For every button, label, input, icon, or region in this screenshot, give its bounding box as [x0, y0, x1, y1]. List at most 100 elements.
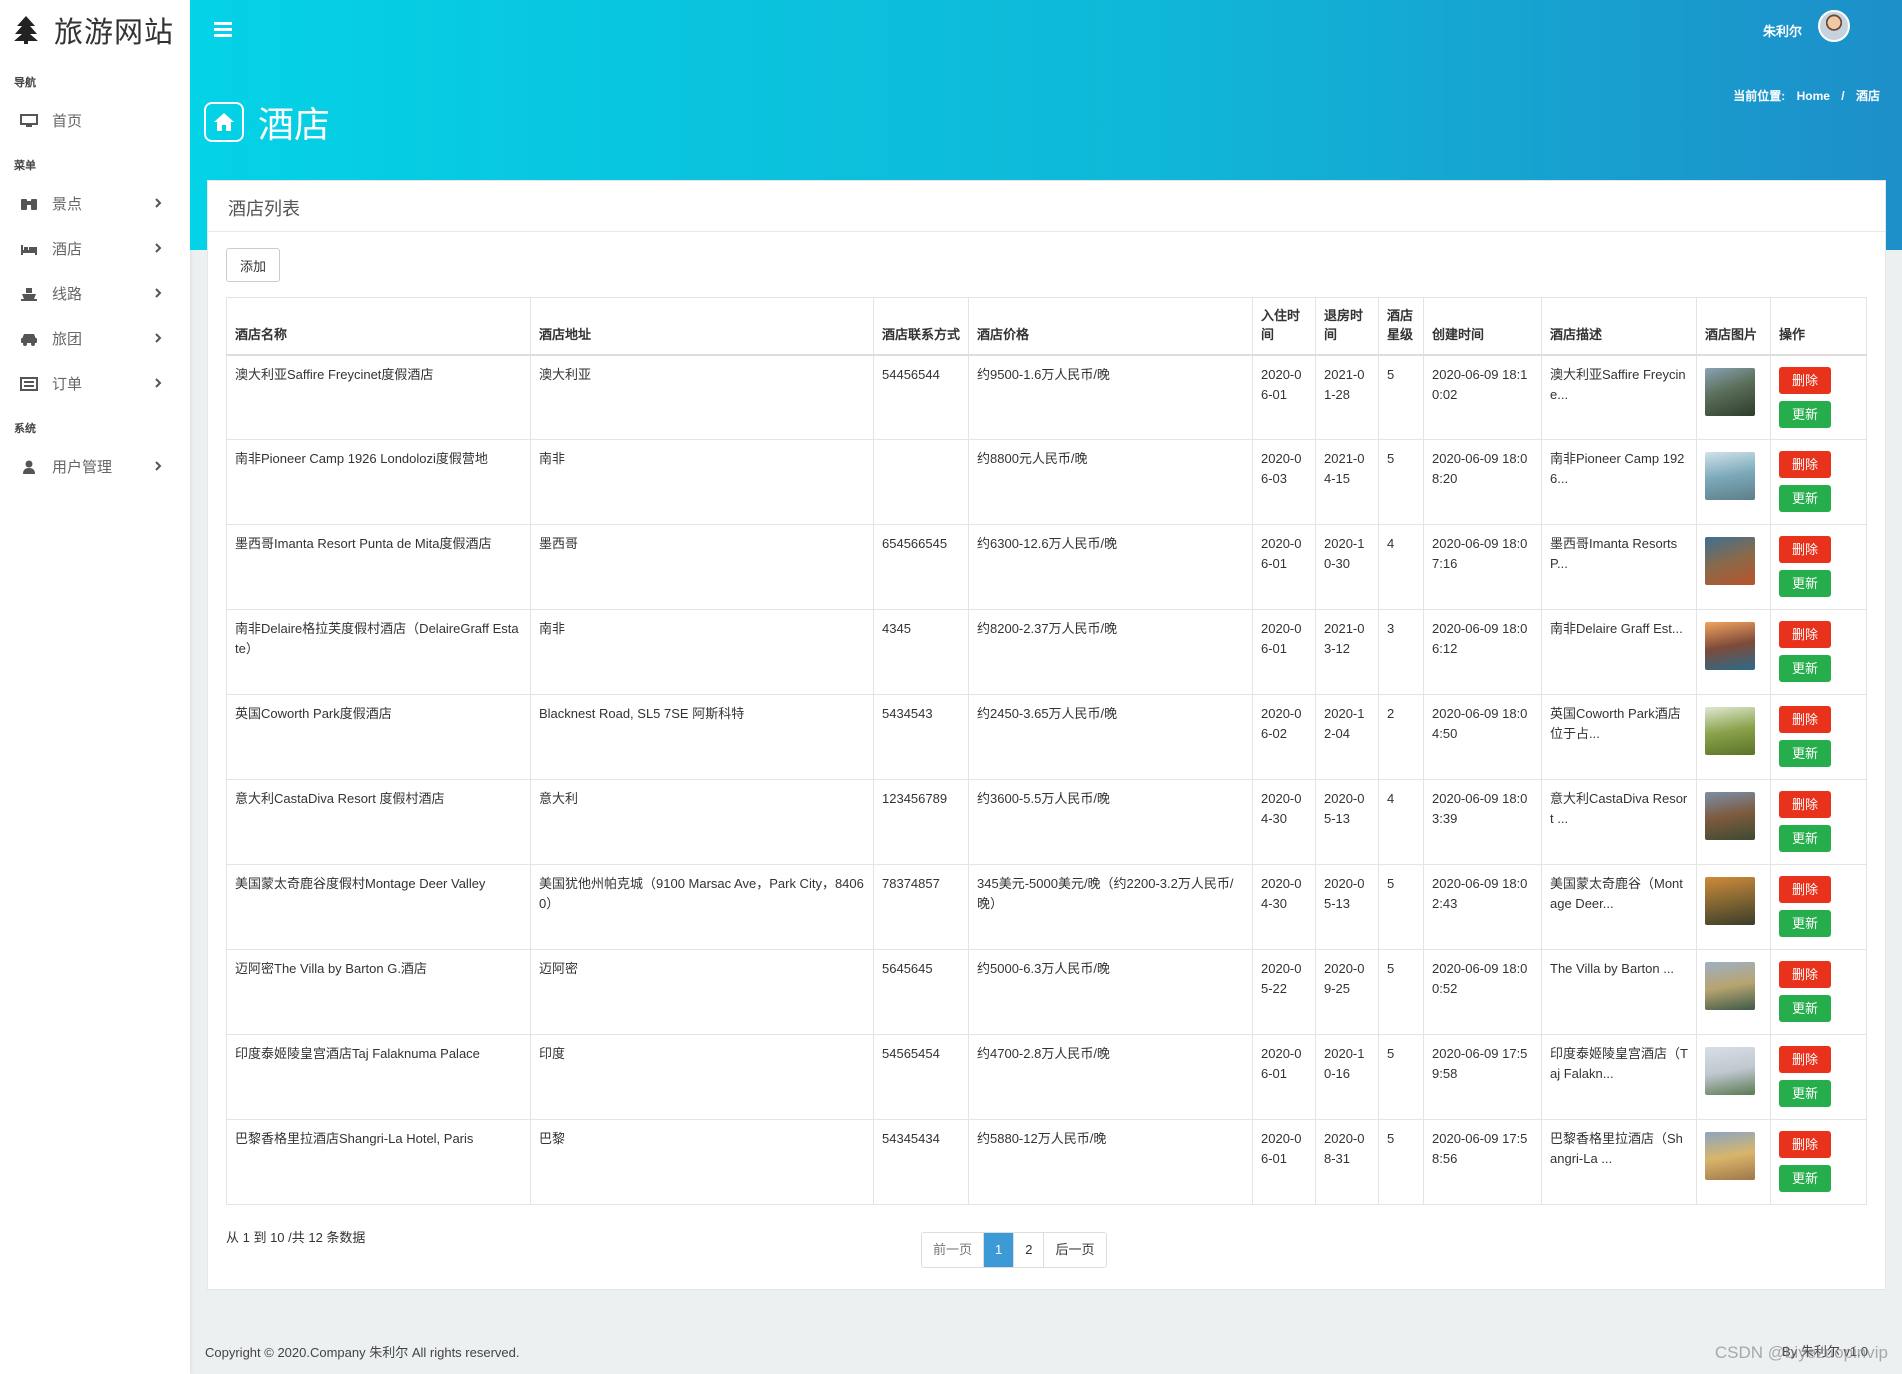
cell-checkin: 2020-06-01 — [1252, 524, 1316, 610]
update-button[interactable]: 更新 — [1779, 910, 1831, 937]
delete-button[interactable]: 删除 — [1779, 1131, 1831, 1158]
cell-stars: 4 — [1378, 524, 1424, 610]
update-button[interactable]: 更新 — [1779, 995, 1831, 1022]
update-button[interactable]: 更新 — [1779, 400, 1831, 428]
pagination: 前一页 1 2 后一页 — [921, 1232, 1107, 1268]
cell-created: 2020-06-09 18:07:16 — [1423, 524, 1542, 610]
update-button[interactable]: 更新 — [1779, 1165, 1831, 1192]
binoculars-icon — [21, 198, 37, 210]
cell-created: 2020-06-09 18:03:39 — [1423, 779, 1542, 865]
breadcrumb-home[interactable]: Home — [1797, 89, 1830, 103]
prev-page-button[interactable]: 前一页 — [922, 1233, 985, 1267]
column-header: 退房时间 — [1315, 297, 1379, 356]
cell-stars: 5 — [1378, 439, 1424, 525]
cell-actions: 删除 更新 — [1770, 354, 1867, 440]
update-button[interactable]: 更新 — [1779, 740, 1831, 767]
cell-desc: 印度泰姬陵皇宫酒店（Taj Falakn... — [1541, 1034, 1697, 1120]
section-menu: 菜单 — [14, 160, 36, 172]
cell-image — [1696, 524, 1771, 610]
ship-icon — [21, 287, 37, 301]
hotel-thumbnail — [1705, 877, 1755, 925]
delete-button[interactable]: 删除 — [1779, 791, 1831, 818]
cell-checkout: 2020-10-30 — [1315, 524, 1379, 610]
cell-actions: 删除 更新 — [1770, 524, 1867, 610]
column-header: 酒店价格 — [968, 297, 1253, 356]
sidebar-item-orders[interactable]: 订单 — [0, 361, 190, 406]
page-heading: 酒店 — [204, 96, 330, 148]
sidebar-item-home[interactable]: 首页 — [0, 98, 190, 143]
cell-stars: 2 — [1378, 694, 1424, 780]
delete-button[interactable]: 删除 — [1779, 706, 1831, 733]
delete-button[interactable]: 删除 — [1779, 536, 1831, 563]
next-page-button[interactable]: 后一页 — [1044, 1233, 1106, 1267]
hotel-list-panel: 酒店列表 添加 酒店名称 酒店地址 酒店联系方式 酒店价格 入住时间 退房时间 酒店星级 创建… — [207, 180, 1886, 1290]
cell-phone: 54456544 — [873, 354, 969, 440]
cell-address: 南非 — [530, 609, 874, 695]
sidebar-item-user-management[interactable]: 用户管理 — [0, 444, 190, 489]
delete-button[interactable]: 删除 — [1779, 451, 1831, 478]
table-row: 意大利CastaDiva Resort 度假村酒店 意大利 123456789 约36… — [226, 779, 1867, 865]
table-row: 澳大利亚Saffire Freycinet度假酒店 澳大利亚 54456544 约95… — [226, 354, 1867, 440]
cell-image — [1696, 439, 1771, 525]
sidebar-item-hotels[interactable]: 酒店 — [0, 226, 190, 271]
page-button-2[interactable]: 2 — [1014, 1233, 1045, 1267]
column-header: 入住时间 — [1252, 297, 1316, 356]
sidebar-item-label: 酒店 — [52, 241, 83, 258]
update-button[interactable]: 更新 — [1779, 485, 1831, 512]
chevron-right-icon — [155, 378, 162, 388]
add-button[interactable]: 添加 — [226, 248, 280, 282]
hotel-thumbnail — [1705, 367, 1755, 416]
cell-price: 约5000-6.3万人民币/晚 — [968, 949, 1253, 1035]
cell-created: 2020-06-09 18:04:50 — [1423, 694, 1542, 780]
column-header: 酒店图片 — [1696, 297, 1771, 356]
page-button-1[interactable]: 1 — [984, 1233, 1015, 1267]
sidebar-item-routes[interactable]: 线路 — [0, 271, 190, 316]
list-icon — [20, 376, 38, 391]
breadcrumb-current: 酒店 — [1855, 89, 1880, 103]
update-button[interactable]: 更新 — [1779, 570, 1831, 597]
cell-price: 约4700-2.8万人民币/晚 — [968, 1034, 1253, 1120]
menu-toggle-icon[interactable] — [214, 22, 232, 37]
panel-title: 酒店列表 — [208, 181, 1885, 232]
cell-checkin: 2020-06-02 — [1252, 694, 1316, 780]
table-header-row: 酒店名称 酒店地址 酒店联系方式 酒店价格 入住时间 退房时间 酒店星级 创建时间 酒店描述 酒店… — [226, 297, 1867, 356]
cell-address: 巴黎 — [530, 1119, 874, 1205]
user-name[interactable]: 朱利尔 — [1763, 21, 1802, 40]
table-body: 澳大利亚Saffire Freycinet度假酒店 澳大利亚 54456544 约95… — [226, 354, 1867, 1205]
cell-image — [1696, 694, 1771, 780]
delete-button[interactable]: 删除 — [1779, 366, 1831, 394]
cell-stars: 5 — [1378, 949, 1424, 1035]
delete-button[interactable]: 删除 — [1779, 961, 1831, 988]
cell-actions: 删除 更新 — [1770, 609, 1867, 695]
cell-actions: 删除 更新 — [1770, 949, 1867, 1035]
cell-created: 2020-06-09 17:59:58 — [1423, 1034, 1542, 1120]
watermark: CSDN @biyezuopinvip — [1714, 1343, 1888, 1362]
avatar[interactable] — [1818, 10, 1850, 42]
cell-desc: 英国Coworth Park酒店位于占... — [1541, 694, 1697, 780]
chevron-right-icon — [155, 288, 162, 298]
cell-desc: 澳大利亚Saffire Freycine... — [1541, 354, 1697, 440]
footer-copyright: Copyright © 2020.Company 朱利尔 All rights … — [205, 1345, 520, 1360]
delete-button[interactable]: 删除 — [1779, 876, 1831, 903]
cell-name: 澳大利亚Saffire Freycinet度假酒店 — [226, 354, 531, 440]
update-button[interactable]: 更新 — [1779, 655, 1831, 682]
cell-price: 约5880-12万人民币/晚 — [968, 1119, 1253, 1205]
cell-checkin: 2020-06-01 — [1252, 1119, 1316, 1205]
chevron-right-icon — [155, 243, 162, 253]
sidebar-item-attractions[interactable]: 景点 — [0, 181, 190, 226]
cell-checkout: 2021-04-15 — [1315, 439, 1379, 525]
hotel-thumbnail — [1705, 537, 1755, 585]
cell-checkout: 2021-03-12 — [1315, 609, 1379, 695]
table-row: 巴黎香格里拉酒店Shangri-La Hotel, Paris 巴黎 5434543… — [226, 1119, 1867, 1205]
delete-button[interactable]: 删除 — [1779, 621, 1831, 648]
delete-button[interactable]: 删除 — [1779, 1046, 1831, 1073]
cell-desc: 意大利CastaDiva Resort ... — [1541, 779, 1697, 865]
update-button[interactable]: 更新 — [1779, 1080, 1831, 1107]
cell-checkin: 2020-04-30 — [1252, 864, 1316, 950]
sidebar-item-tours[interactable]: 旅团 — [0, 316, 190, 361]
brand[interactable]: 旅游网站 — [0, 0, 190, 60]
cell-name: 英国Coworth Park度假酒店 — [226, 694, 531, 780]
cell-address: 南非 — [530, 439, 874, 525]
cell-checkin: 2020-06-01 — [1252, 354, 1316, 440]
update-button[interactable]: 更新 — [1779, 825, 1831, 852]
